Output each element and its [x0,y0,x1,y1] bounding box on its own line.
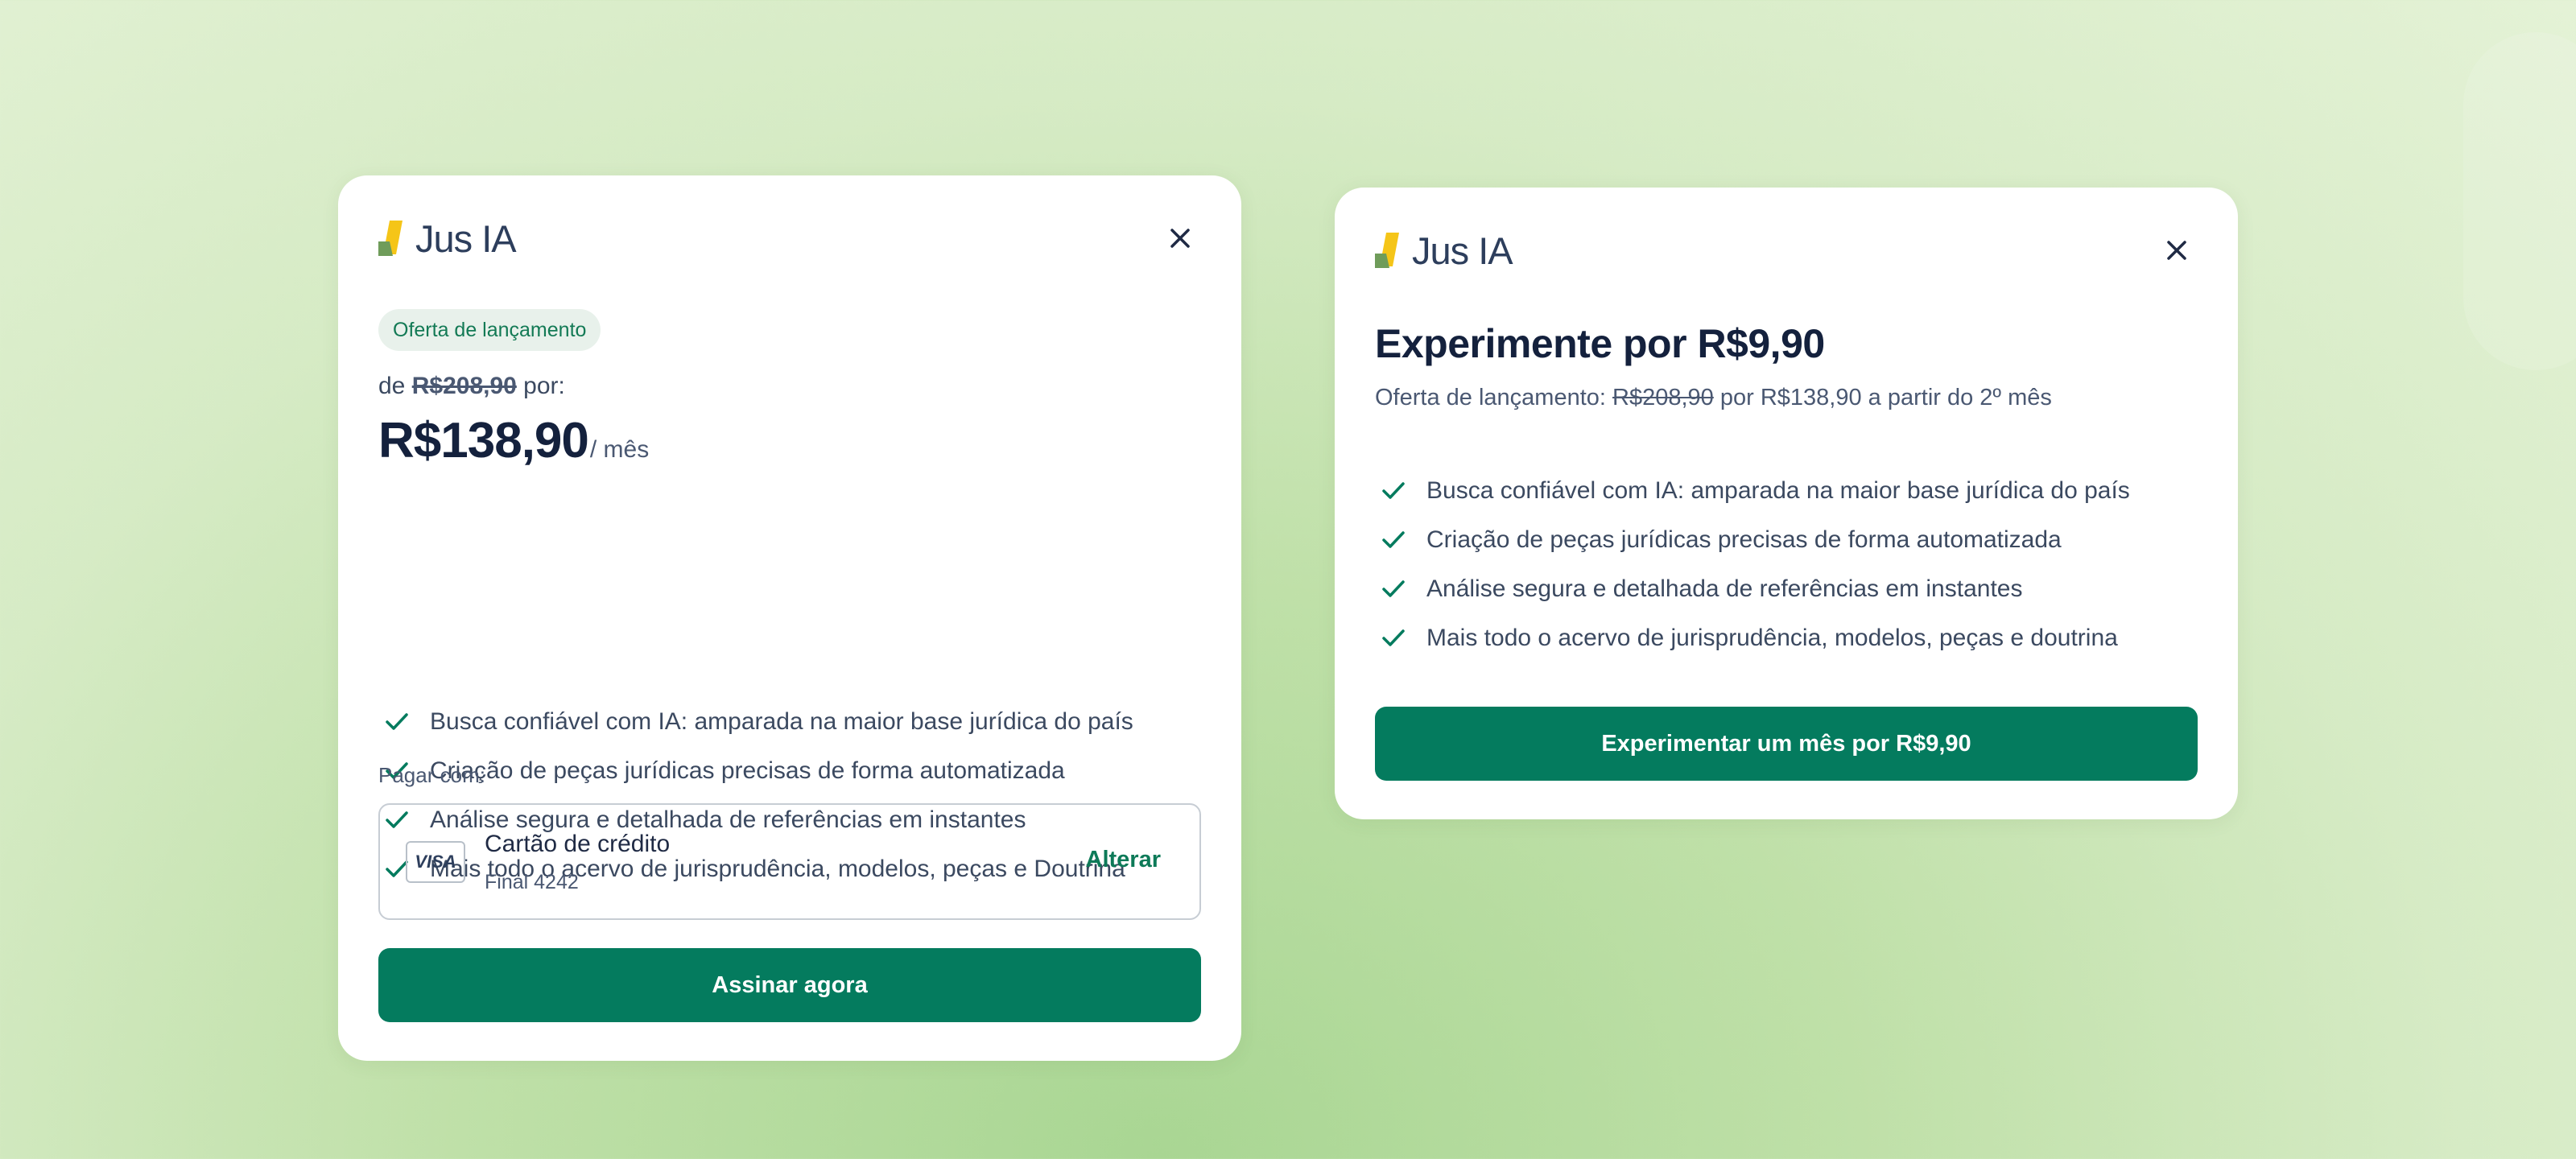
price-row: R$138,90 / mês [378,412,649,469]
feature-item: Mais todo o acervo de jurisprudência, mo… [1375,613,2130,662]
background-decoration [2463,32,2576,370]
feature-item: Criação de peças jurídicas precisas de f… [1375,515,2130,564]
check-icon [1382,580,1405,597]
try-one-month-button[interactable]: Experimentar um mês por R$9,90 [1375,707,2198,781]
logo-text: Jus IA [1412,229,1513,272]
jus-ia-logo-mark-icon [1375,233,1399,268]
subscription-modal: Jus IA Oferta de lançamento de R$208,90 … [338,175,1241,1061]
feature-text: Mais todo o acervo de jurisprudência, mo… [1426,624,2118,651]
feature-text: Busca confiável com IA: amparada na maio… [430,707,1133,735]
check-icon [1382,530,1405,548]
check-icon [1382,481,1405,499]
subscribe-now-button[interactable]: Assinar agora [378,948,1201,1022]
feature-item: Análise segura e detalhada de referência… [1375,564,2130,613]
card-last-digits: Final 4242 [485,871,579,893]
feature-item: Criação de peças jurídicas precisas de f… [378,746,1133,795]
jus-ia-logo-mark-icon [378,221,402,256]
change-payment-button[interactable]: Alterar [1086,847,1162,873]
old-price: R$208,90 [411,373,517,399]
feature-text: Criação de peças jurídicas precisas de f… [430,757,1065,784]
subtitle-suffix: por R$138,90 a partir do 2º mês [1719,385,2052,410]
trial-title: Experimente por R$9,90 [1375,321,1825,366]
close-icon[interactable] [2161,234,2193,266]
feature-text: Busca confiável com IA: amparada na maio… [1426,476,2130,504]
check-icon [386,712,408,730]
original-price-line: de R$208,90 por: [378,373,565,400]
price-period: / mês [589,436,650,463]
current-price: R$138,90 [378,413,589,468]
check-icon [1382,629,1405,646]
payment-label: Pagar com: [378,763,485,787]
trial-offer-modal: Jus IA Experimente por R$9,90 Oferta de … [1335,188,2238,819]
feature-item: Busca confiável com IA: amparada na maio… [378,697,1133,746]
jus-ia-logo: Jus IA [378,216,517,261]
jus-ia-logo: Jus IA [1375,228,1513,273]
feature-item: Busca confiável com IA: amparada na maio… [1375,466,2130,515]
payment-method-box[interactable]: VISA Cartão de crédito Final 4242 Altera… [378,803,1201,920]
feature-list: Busca confiável com IA: amparada na maio… [1375,466,2130,662]
from-suffix: por: [523,373,565,399]
logo-text: Jus IA [415,217,517,260]
feature-text: Análise segura e detalhada de referência… [1426,575,2023,602]
launch-offer-badge: Oferta de lançamento [378,309,601,351]
payment-method-name: Cartão de crédito [485,831,671,857]
feature-text: Criação de peças jurídicas precisas de f… [1426,526,2062,553]
subtitle-prefix: Oferta de lançamento: [1375,385,1606,410]
visa-card-icon: VISA [406,841,465,883]
old-price: R$208,90 [1612,385,1714,410]
from-prefix: de [378,373,406,399]
trial-subtitle: Oferta de lançamento: R$208,90 por R$138… [1375,385,2052,411]
close-icon[interactable] [1164,222,1196,254]
